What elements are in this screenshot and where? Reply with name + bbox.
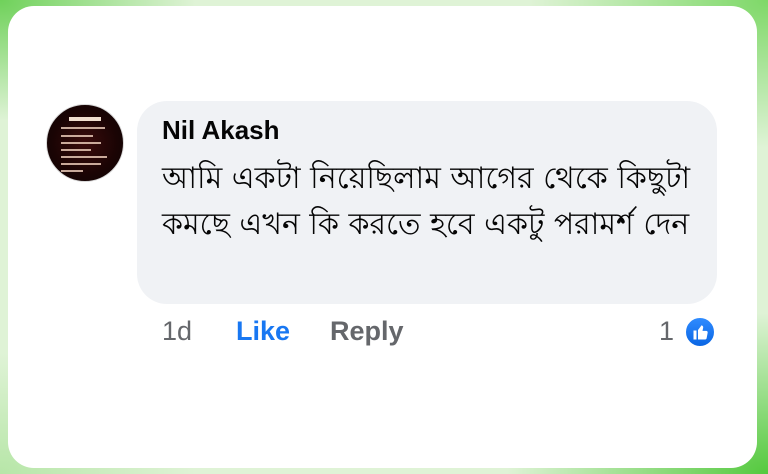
avatar-text-line xyxy=(61,163,101,165)
avatar-title-mark xyxy=(69,117,101,121)
avatar-text-line xyxy=(61,170,83,172)
comment-time[interactable]: 1d xyxy=(162,316,192,347)
comment-author[interactable]: Nil Akash xyxy=(162,115,280,146)
thumbs-up-icon-glyph xyxy=(693,325,708,340)
comment-text: আমি একটা নিয়েছিলাম আগের থেকে কিছুটা কমছ… xyxy=(162,161,691,242)
avatar-text-line xyxy=(61,149,91,151)
avatar-text-line xyxy=(61,142,101,144)
like-button[interactable]: Like xyxy=(236,316,290,347)
avatar-text-line xyxy=(61,135,93,137)
avatar-text-line xyxy=(61,127,105,129)
reaction-count[interactable]: 1 xyxy=(659,316,674,347)
avatar[interactable] xyxy=(46,104,124,182)
avatar-text-line xyxy=(61,156,107,158)
reply-button[interactable]: Reply xyxy=(330,316,404,347)
thumbs-up-icon[interactable] xyxy=(684,316,716,348)
